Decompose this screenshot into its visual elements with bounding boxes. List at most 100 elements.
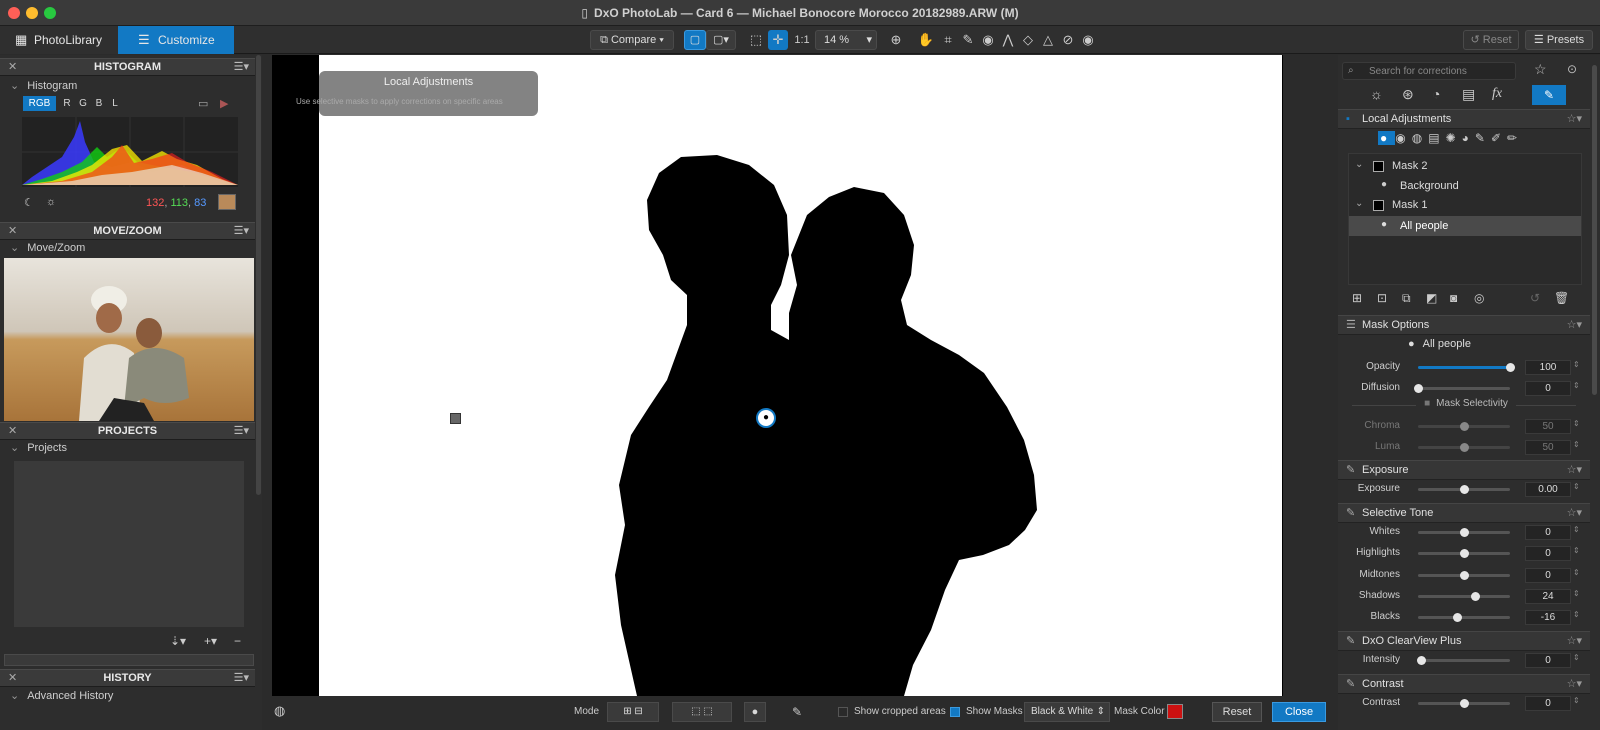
movezoom-subheader[interactable]: ⌄ Move/Zoom — [10, 241, 85, 254]
presets-button[interactable]: ☰ Presets — [1525, 30, 1593, 50]
ai-mask-icon[interactable]: ● — [1378, 131, 1396, 145]
stepper-icon[interactable]: ⇕ — [1573, 482, 1580, 491]
control-line-icon[interactable]: ◍ — [1412, 131, 1428, 145]
stepper-icon[interactable]: ⇕ — [1573, 653, 1580, 662]
highlights-value[interactable]: 0 — [1525, 546, 1571, 561]
undo-icon[interactable]: ↺ — [1530, 291, 1540, 305]
slider-knob[interactable] — [1460, 571, 1469, 580]
search-corrections[interactable]: ⌕ Search for corrections — [1342, 62, 1516, 80]
stepper-icon[interactable]: ⇕ — [1573, 525, 1580, 534]
chroma-value[interactable]: 50 — [1525, 419, 1571, 434]
slider-knob[interactable] — [1460, 422, 1469, 431]
light-tab-icon[interactable]: ☼ — [1370, 86, 1383, 102]
star-icon[interactable]: ☆▾ — [1567, 504, 1582, 523]
channel-g[interactable]: G — [77, 96, 89, 111]
history-subheader[interactable]: ⌄ Advanced History — [10, 689, 113, 702]
zoom-select[interactable]: 14 % ▾ — [815, 30, 877, 50]
red-eye-icon[interactable]: ◉ — [978, 30, 998, 50]
eye-icon[interactable]: ◉ — [1078, 30, 1098, 50]
stepper-icon[interactable]: ⇕ — [1573, 419, 1580, 428]
star-icon[interactable]: ☆▾ — [1567, 632, 1582, 651]
close-icon[interactable]: ✕ — [8, 670, 17, 687]
midtones-slider[interactable]: Midtones 0 ⇕ — [1338, 565, 1590, 585]
local-adjust-icon[interactable]: △ — [1038, 30, 1058, 50]
stepper-icon[interactable]: ⇕ — [1573, 381, 1580, 390]
blacks-value[interactable]: -16 — [1525, 610, 1571, 625]
channel-b[interactable]: B — [93, 96, 105, 111]
mask-child-row[interactable]: ● Background — [1349, 177, 1581, 196]
control-point-icon[interactable]: ◉ — [1395, 131, 1411, 145]
mask-color-swatch[interactable] — [1167, 704, 1183, 719]
slider-knob[interactable] — [1460, 528, 1469, 537]
intensity-slider[interactable]: Intensity 0 ⇕ — [1338, 650, 1590, 670]
slider-knob[interactable] — [1460, 485, 1469, 494]
hand-tool-icon[interactable]: ✋ — [916, 30, 936, 50]
stepper-icon[interactable]: ⇕ — [1573, 696, 1580, 705]
stepper-icon[interactable]: ⇕ — [1573, 546, 1580, 555]
whites-slider[interactable]: Whites 0 ⇕ — [1338, 522, 1590, 542]
bottom-reset-button[interactable]: Reset — [1212, 702, 1262, 722]
monitor-icon[interactable]: ▭ — [198, 97, 208, 110]
show-mask-icon[interactable]: ◎ — [1474, 291, 1484, 305]
slider-track[interactable] — [1418, 549, 1510, 558]
clearview-header[interactable]: ✎ DxO ClearView Plus ☆▾ — [1338, 631, 1590, 651]
mask-row[interactable]: ⌄ Mask 2 — [1349, 157, 1581, 176]
panel-menu-icon[interactable]: ☰▾ — [234, 59, 249, 76]
slider-knob[interactable] — [1471, 592, 1481, 601]
moon-icon[interactable]: ☾ — [24, 196, 34, 209]
luma-slider[interactable]: Luma 50 ⇕ — [1338, 437, 1590, 457]
effects-tab-icon[interactable]: fx — [1492, 86, 1502, 102]
slider-track[interactable] — [1418, 613, 1510, 622]
horizon-icon[interactable]: ◇ — [1018, 30, 1038, 50]
luma-value[interactable]: 50 — [1525, 440, 1571, 455]
histogram-subheader[interactable]: ⌄ Histogram — [10, 79, 77, 92]
navigator-thumbnail[interactable] — [4, 258, 254, 421]
shadows-slider[interactable]: Shadows 24 ⇕ — [1338, 586, 1590, 606]
stepper-icon[interactable]: ⇕ — [1573, 568, 1580, 577]
zoom-in-icon[interactable]: ⊕ — [886, 30, 906, 50]
exposure-header[interactable]: ✎ Exposure ☆▾ — [1338, 460, 1590, 480]
slider-track[interactable] — [1418, 699, 1510, 708]
slider-knob[interactable] — [1414, 384, 1423, 393]
split-view-button[interactable]: ▢▾ — [706, 30, 736, 50]
local-adjustments-tab[interactable]: ✎ — [1532, 85, 1566, 105]
star-icon[interactable]: ☆▾ — [1567, 316, 1582, 335]
tab-photolibrary[interactable]: ▦ PhotoLibrary — [0, 26, 118, 54]
color-tab-icon[interactable]: ⊛ — [1402, 86, 1414, 103]
close-icon[interactable]: ✕ — [8, 423, 17, 440]
close-icon[interactable]: ✕ — [8, 59, 17, 76]
stepper-icon[interactable]: ⇕ — [1573, 589, 1580, 598]
highlights-slider[interactable]: Highlights 0 ⇕ — [1338, 543, 1590, 563]
image-viewer[interactable]: ● ? Local Adjustments Use selective mask… — [272, 55, 1283, 696]
blacks-slider[interactable]: Blacks -16 ⇕ — [1338, 607, 1590, 627]
show-cropped-checkbox[interactable] — [838, 707, 848, 717]
compare-toggle-icon[interactable]: ◍ — [274, 703, 285, 719]
mask-person-pin[interactable]: ● — [756, 408, 776, 428]
stepper-icon[interactable]: ⇕ — [1573, 360, 1580, 369]
mask-canvas[interactable]: ● ? — [319, 55, 1282, 696]
sun-icon[interactable]: ☼ — [46, 196, 56, 208]
one-to-one-button[interactable]: 1:1 — [790, 30, 814, 50]
detail-tab-icon[interactable]: ◔ — [1432, 86, 1440, 102]
slider-track[interactable] — [1416, 656, 1510, 665]
toggle-icon[interactable]: ⊙ — [1567, 62, 1577, 76]
panel-menu-icon[interactable]: ☰▾ — [234, 423, 249, 440]
histogram-header[interactable]: ✕ HISTOGRAM ☰▾ — [0, 58, 255, 76]
contrast-slider[interactable]: Contrast 0 ⇕ — [1338, 693, 1590, 713]
add-mask-icon[interactable]: ⊞ — [1352, 291, 1362, 305]
midtones-value[interactable]: 0 — [1525, 568, 1571, 583]
sort-icon[interactable]: ⇣▾ — [170, 634, 186, 648]
graduated-filter-icon[interactable]: ▤ — [1428, 131, 1445, 145]
marker-square[interactable] — [450, 413, 461, 424]
duplicate-mask-icon[interactable]: ⧉ — [1402, 291, 1411, 306]
opacity-slider[interactable]: Opacity 100 ⇕ — [1338, 357, 1590, 377]
intensity-value[interactable]: 0 — [1525, 653, 1571, 668]
geometry-tab-icon[interactable]: ▤ — [1462, 86, 1475, 103]
projects-list[interactable] — [14, 461, 244, 627]
selective-tone-header[interactable]: ✎ Selective Tone ☆▾ — [1338, 503, 1590, 523]
channel-l[interactable]: L — [109, 96, 121, 111]
slider-knob[interactable] — [1460, 549, 1469, 558]
projects-subheader[interactable]: ⌄ Projects — [10, 441, 67, 454]
mask-view-select[interactable]: Black & White ⇕ — [1024, 702, 1110, 722]
eyedropper-icon[interactable]: ✎ — [792, 705, 802, 719]
